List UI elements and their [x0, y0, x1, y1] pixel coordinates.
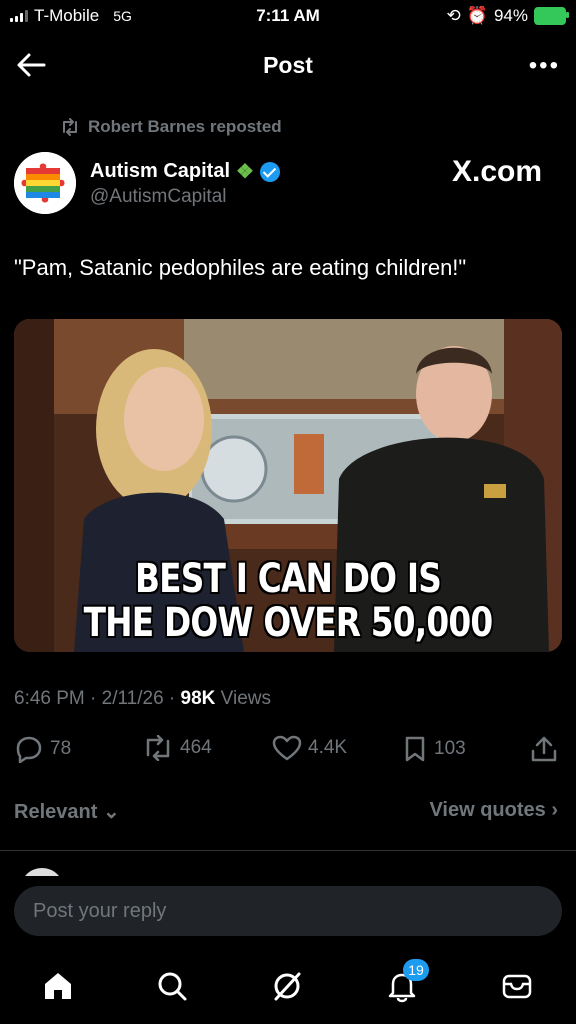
- like-button[interactable]: 4.4K: [272, 735, 347, 761]
- notifications-tab[interactable]: 19: [385, 959, 429, 1003]
- battery-icon: [534, 7, 569, 25]
- reply-icon: [16, 736, 42, 763]
- meme-caption-line2: THE DOW OVER 50,000: [83, 600, 494, 646]
- reply-input[interactable]: Post your reply: [14, 886, 562, 936]
- battery-percent: 94%: [493, 6, 528, 25]
- action-bar: 78 464 4.4K 103: [14, 735, 562, 765]
- author-handle[interactable]: @AutismCapital: [90, 186, 227, 208]
- share-button[interactable]: [530, 735, 558, 763]
- repost-icon: [63, 118, 77, 136]
- post-time: 6:46 PM: [14, 688, 85, 709]
- more-options-icon[interactable]: •••: [529, 52, 560, 80]
- views-count[interactable]: 98K: [181, 688, 216, 709]
- view-quotes-link[interactable]: View quotes ›: [429, 799, 558, 822]
- author-name[interactable]: Autism Capital: [90, 160, 230, 183]
- status-right: ⟲ ⏰ 94%: [446, 6, 569, 26]
- tweet-text: "Pam, Satanic pedophiles are eating chil…: [14, 255, 467, 280]
- xcom-watermark: X.com: [452, 155, 543, 188]
- chevron-right-icon: ›: [551, 799, 558, 821]
- home-icon[interactable]: [41, 969, 75, 1003]
- next-reply-peek: [20, 862, 560, 876]
- reply-placeholder: Post your reply: [33, 900, 167, 922]
- notifications-badge: 19: [403, 959, 429, 981]
- chevron-down-icon: ⌄: [102, 801, 120, 823]
- repost-action-icon: [146, 735, 170, 761]
- meme-caption-line1: BEST I CAN DO IS: [134, 556, 442, 602]
- rotation-lock-icon: ⟲: [446, 6, 461, 25]
- heart-icon: [272, 735, 302, 761]
- bookmark-button[interactable]: 103: [402, 735, 466, 763]
- divider: [0, 850, 576, 851]
- share-icon: [531, 736, 557, 762]
- repost-count: 464: [180, 737, 212, 758]
- puzzle-logo-icon: [14, 152, 76, 214]
- author-name-row[interactable]: Autism Capital ❖: [90, 159, 280, 184]
- puzzle-emoji-icon: ❖: [236, 161, 254, 183]
- repost-button[interactable]: 464: [142, 735, 212, 761]
- page-title: Post: [263, 52, 313, 78]
- bookmark-count: 103: [434, 738, 466, 759]
- avatar[interactable]: [14, 152, 76, 214]
- post-date: 2/11/26: [101, 688, 164, 709]
- like-count: 4.4K: [308, 737, 348, 758]
- messages-icon[interactable]: [500, 969, 534, 1003]
- sort-dropdown[interactable]: Relevant ⌄: [14, 799, 120, 824]
- sort-label: Relevant: [14, 801, 98, 823]
- tweet-image[interactable]: BEST I CAN DO IS THE DOW OVER 50,000: [14, 319, 562, 652]
- view-quotes-label: View quotes: [429, 799, 546, 821]
- reply-button[interactable]: 78: [14, 735, 71, 763]
- bookmark-icon: [405, 736, 425, 762]
- views-label: Views: [220, 688, 272, 709]
- post-meta: 6:46 PM · 2/11/26 · 98K Views: [14, 688, 272, 709]
- verified-badge-icon: [259, 161, 280, 182]
- alarm-icon: ⏰: [466, 6, 488, 25]
- reply-count: 78: [50, 738, 72, 759]
- repost-label: Robert Barnes reposted: [88, 117, 282, 136]
- bottom-tab-bar: 19: [0, 955, 576, 1024]
- top-header: Post •••: [0, 40, 576, 90]
- status-bar: T-Mobile 5G 7:11 AM ⟲ ⏰ 94%: [0, 0, 576, 34]
- search-icon[interactable]: [155, 969, 189, 1003]
- repost-indicator[interactable]: Robert Barnes reposted: [60, 117, 282, 137]
- grok-icon[interactable]: [270, 969, 304, 1003]
